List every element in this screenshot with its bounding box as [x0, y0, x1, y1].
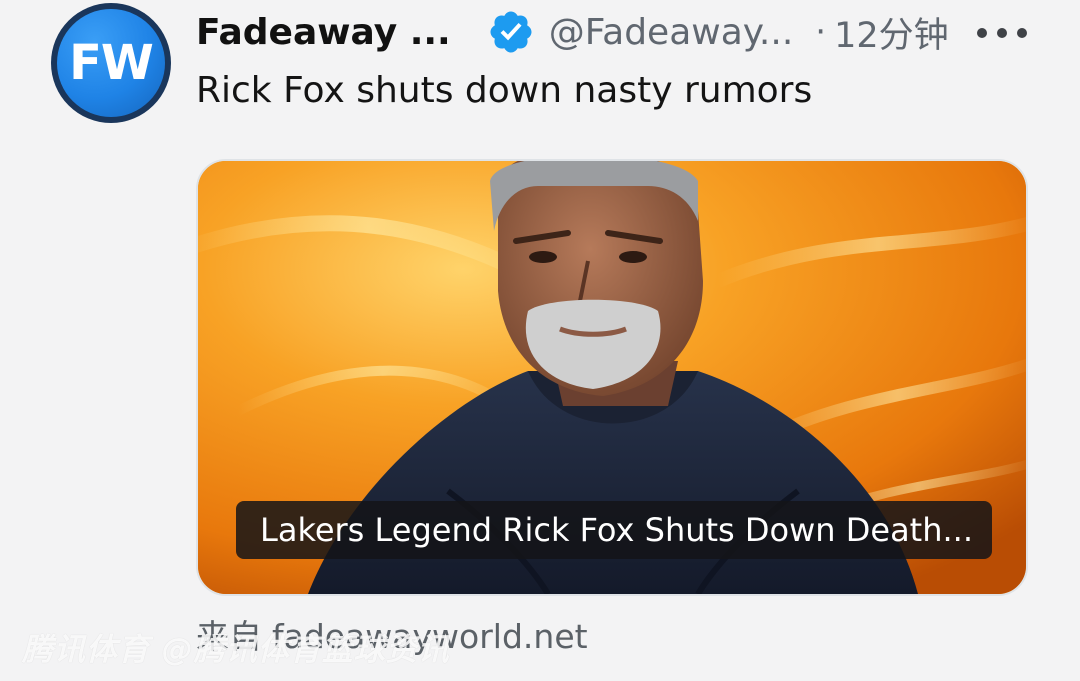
card-title: Lakers Legend Rick Fox Shuts Down Death.… — [236, 501, 992, 559]
more-dot — [1017, 28, 1027, 38]
author-handle[interactable]: @Fadeaway... — [549, 12, 794, 53]
avatar-logo: FW — [57, 9, 165, 117]
more-dot — [977, 28, 987, 38]
watermark: 腾讯体育 @腾讯体育篮球资讯 — [22, 632, 450, 668]
timestamp[interactable]: 12分钟 — [834, 7, 949, 58]
tweet-text: Rick Fox shuts down nasty rumors — [196, 70, 813, 111]
more-horizontal-icon[interactable] — [977, 20, 1027, 46]
tweet-header: Fadeaway ... @Fadeaway... · 12分钟 — [196, 5, 949, 59]
avatar[interactable]: FW — [51, 3, 171, 123]
tweet[interactable]: FW Fadeaway ... @Fadeaway... · 12分钟 Rick… — [0, 0, 1080, 681]
separator-dot: · — [815, 12, 827, 52]
verified-badge-icon — [487, 8, 535, 56]
link-card[interactable]: Lakers Legend Rick Fox Shuts Down Death.… — [196, 159, 1028, 596]
author-name[interactable]: Fadeaway ... — [196, 12, 451, 53]
more-dot — [997, 28, 1007, 38]
